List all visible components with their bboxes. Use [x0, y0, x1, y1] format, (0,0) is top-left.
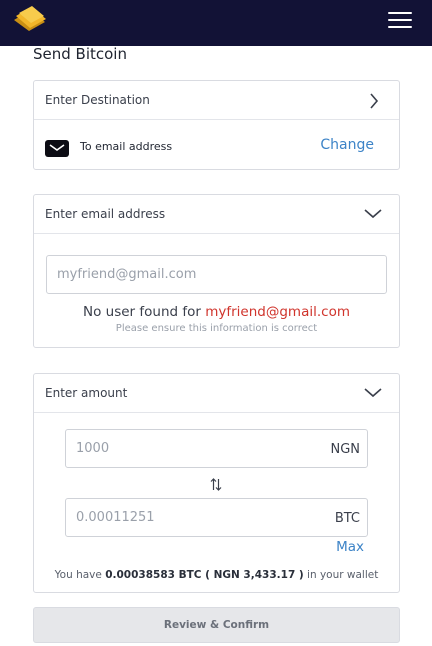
hamburger-menu-icon[interactable]: [388, 12, 412, 30]
wallet-balance: You have 0.00038583 BTC ( NGN 3,433.17 )…: [34, 569, 399, 581]
chevron-down-icon[interactable]: [364, 387, 382, 398]
envelope-icon: [45, 140, 69, 157]
btc-amount-input[interactable]: [66, 499, 367, 536]
ngn-amount-input[interactable]: [66, 430, 367, 467]
email-field[interactable]: [47, 256, 386, 293]
chevron-down-icon[interactable]: [364, 208, 382, 219]
amount-header[interactable]: Enter amount: [34, 374, 399, 413]
wallet-prefix: You have: [54, 569, 106, 581]
amount-card: Enter amount NGN BTC Max You have 0.0003…: [33, 373, 400, 593]
destination-card: Enter Destination To email address Chang…: [33, 80, 400, 170]
change-destination-link[interactable]: Change: [320, 137, 374, 153]
email-field-wrapper: [46, 255, 387, 294]
wallet-cards-logo[interactable]: [12, 6, 48, 32]
swap-arrows-icon[interactable]: [210, 478, 222, 491]
email-header[interactable]: Enter email address: [34, 195, 399, 234]
no-user-prefix: No user found for: [83, 304, 206, 320]
destination-type: To email address: [80, 140, 173, 153]
email-section-label: Enter email address: [45, 207, 166, 221]
btc-currency-label: BTC: [334, 511, 360, 526]
amount-section-label: Enter amount: [45, 386, 128, 400]
verification-hint: Please ensure this information is correc…: [115, 323, 318, 334]
no-user-email: myfriend@gmail.com: [205, 304, 350, 320]
ngn-currency-label: NGN: [330, 442, 360, 457]
wallet-suffix: in your wallet: [303, 569, 379, 581]
no-user-message: No user found for myfriend@gmail.com: [34, 304, 399, 320]
destination-label: Enter Destination: [45, 93, 150, 107]
ngn-amount-wrapper: NGN: [65, 429, 368, 468]
wallet-amount: 0.00038583 BTC ( NGN 3,433.17 ): [105, 569, 304, 581]
destination-header[interactable]: Enter Destination: [34, 81, 399, 120]
btc-amount-wrapper: BTC: [65, 498, 368, 537]
max-amount-link[interactable]: Max: [336, 539, 364, 555]
email-card: Enter email address No user found for my…: [33, 194, 400, 348]
review-confirm-button[interactable]: Review & Confirm: [33, 607, 400, 643]
destination-selection: To email address Change: [34, 120, 399, 170]
page-title: Send Bitcoin: [33, 45, 127, 63]
top-nav-bar: [0, 0, 432, 46]
chevron-right-icon[interactable]: [369, 93, 379, 109]
